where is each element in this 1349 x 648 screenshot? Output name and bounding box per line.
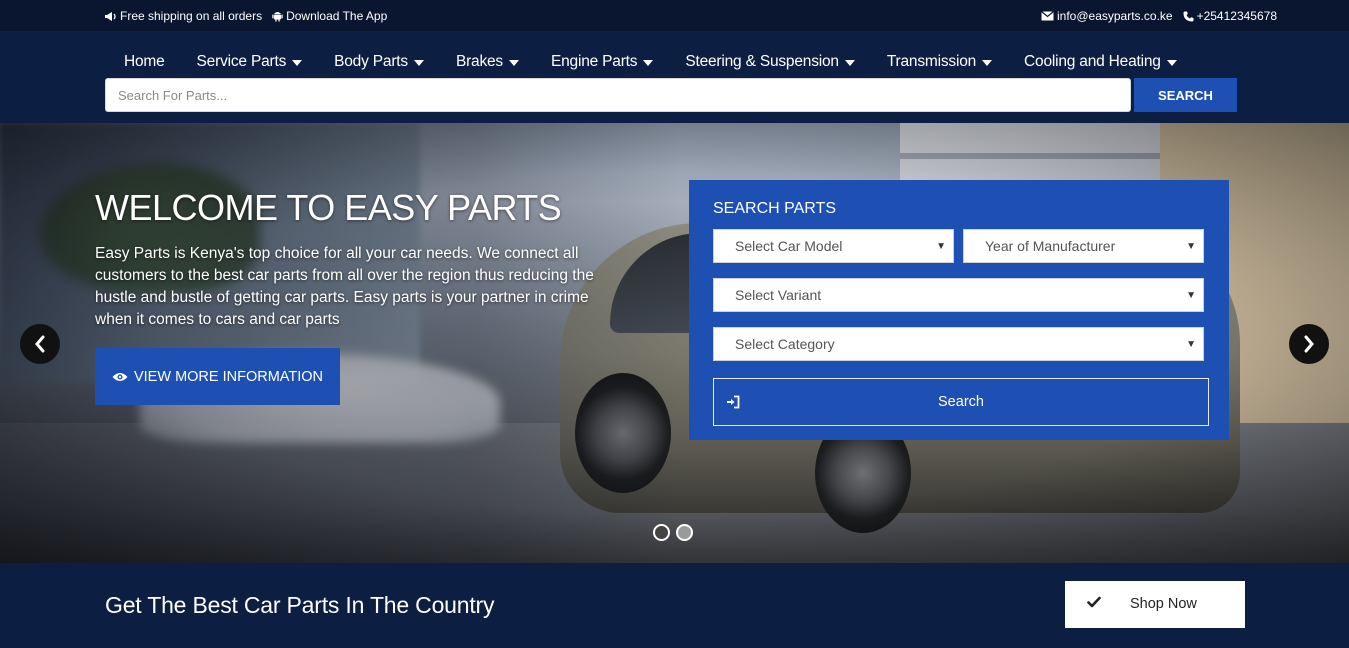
free-shipping-text: Free shipping on all orders — [120, 9, 263, 23]
variant-value: Select Variant — [735, 287, 822, 303]
nav-item-brakes[interactable]: Brakes — [440, 53, 535, 71]
search-parts-title: SEARCH PARTS — [713, 200, 836, 217]
carousel-next-button[interactable] — [1289, 324, 1329, 364]
caret-down-icon — [643, 59, 654, 66]
caret-down-icon: ▼ — [1186, 290, 1196, 301]
download-app-link[interactable]: Download The App — [272, 9, 387, 23]
email-link[interactable]: info@easyparts.co.ke — [1041, 9, 1173, 23]
caret-down-icon — [413, 59, 424, 66]
carousel-prev-button[interactable] — [20, 324, 60, 364]
megaphone-icon — [104, 11, 117, 22]
phone-icon — [1183, 11, 1194, 22]
carousel-dot[interactable] — [653, 524, 670, 541]
nav-item-steering-suspension[interactable]: Steering & Suspension — [669, 53, 871, 71]
nav-item-transmission[interactable]: Transmission — [871, 53, 1008, 71]
carousel-dot-active[interactable] — [676, 524, 693, 541]
caret-down-icon: ▼ — [1186, 339, 1196, 350]
carousel-indicators — [653, 524, 693, 541]
nav-item-label: Steering & Suspension — [685, 53, 839, 70]
nav-item-service-parts[interactable]: Service Parts — [181, 53, 319, 71]
nav-item-label: Engine Parts — [550, 53, 638, 70]
nav-item-body-parts[interactable]: Body Parts — [318, 53, 440, 71]
hero-carousel: WELCOME TO EASY PARTS Easy Parts is Keny… — [0, 123, 1349, 563]
main-nav: Home Service Parts Body Parts Brakes Eng… — [108, 53, 1193, 71]
car-model-select[interactable]: Select Car Model ▼ — [713, 229, 954, 263]
caret-down-icon — [508, 59, 519, 66]
envelope-icon — [1041, 11, 1054, 21]
free-shipping-item: Free shipping on all orders — [104, 9, 262, 23]
cta-title: Get The Best Car Parts In The Country — [105, 592, 495, 618]
nav-item-label: Service Parts — [196, 53, 287, 70]
category-value: Select Category — [735, 336, 835, 352]
top-bar-right: info@easyparts.co.ke +25412345678 — [1041, 9, 1277, 23]
nav-item-home[interactable]: Home — [108, 53, 181, 71]
nav-item-label: Body Parts — [334, 53, 408, 70]
nav-item-label: Transmission — [886, 53, 977, 70]
view-more-information-button[interactable]: VIEW MORE INFORMATION — [95, 348, 340, 405]
shop-now-label: Shop Now — [1130, 596, 1197, 612]
variant-select[interactable]: Select Variant ▼ — [713, 278, 1204, 312]
caret-down-icon — [844, 59, 855, 66]
check-icon — [1087, 596, 1101, 608]
caret-down-icon — [292, 59, 303, 66]
search-parts-button[interactable]: Search — [713, 378, 1209, 426]
nav-item-cooling-heating[interactable]: Cooling and Heating — [1008, 53, 1193, 71]
download-app-text: Download The App — [286, 9, 388, 23]
nav-item-engine-parts[interactable]: Engine Parts — [535, 53, 669, 71]
hero-description: Easy Parts is Kenya's top choice for all… — [95, 245, 594, 328]
top-bar: Free shipping on all orders Download The… — [0, 0, 1349, 31]
search-input[interactable] — [105, 78, 1131, 112]
year-select[interactable]: Year of Manufacturer ▼ — [963, 229, 1204, 263]
email-text: info@easyparts.co.ke — [1057, 9, 1173, 23]
android-icon — [272, 10, 283, 22]
site-search: SEARCH — [105, 78, 1237, 112]
eye-icon — [112, 372, 128, 382]
car-model-value: Select Car Model — [735, 238, 843, 254]
nav-item-label: Brakes — [455, 53, 503, 70]
view-more-label: VIEW MORE INFORMATION — [133, 368, 324, 385]
caret-down-icon: ▼ — [1186, 241, 1196, 252]
search-button[interactable]: SEARCH — [1134, 78, 1237, 112]
cta-banner: Get The Best Car Parts In The Country Sh… — [0, 563, 1349, 648]
year-value: Year of Manufacturer — [985, 238, 1116, 254]
top-bar-left: Free shipping on all orders Download The… — [104, 9, 387, 23]
phone-link[interactable]: +25412345678 — [1183, 9, 1277, 23]
sign-in-icon — [726, 395, 740, 409]
caret-down-icon — [1166, 59, 1177, 66]
search-parts-label: Search — [938, 394, 984, 410]
search-parts-panel: SEARCH PARTS Select Car Model ▼ Year of … — [689, 180, 1229, 440]
phone-text: +25412345678 — [1196, 9, 1277, 23]
category-select[interactable]: Select Category ▼ — [713, 327, 1204, 361]
chevron-right-icon — [1303, 335, 1315, 353]
nav-item-label: Cooling and Heating — [1024, 53, 1161, 70]
caret-down-icon: ▼ — [936, 241, 946, 252]
nav-item-label: Home — [124, 53, 165, 70]
shop-now-button[interactable]: Shop Now — [1065, 581, 1245, 628]
hero-title: WELCOME TO EASY PARTS — [95, 187, 562, 228]
chevron-left-icon — [34, 335, 46, 353]
main-nav-area: Home Service Parts Body Parts Brakes Eng… — [0, 31, 1349, 123]
caret-down-icon — [982, 59, 993, 66]
